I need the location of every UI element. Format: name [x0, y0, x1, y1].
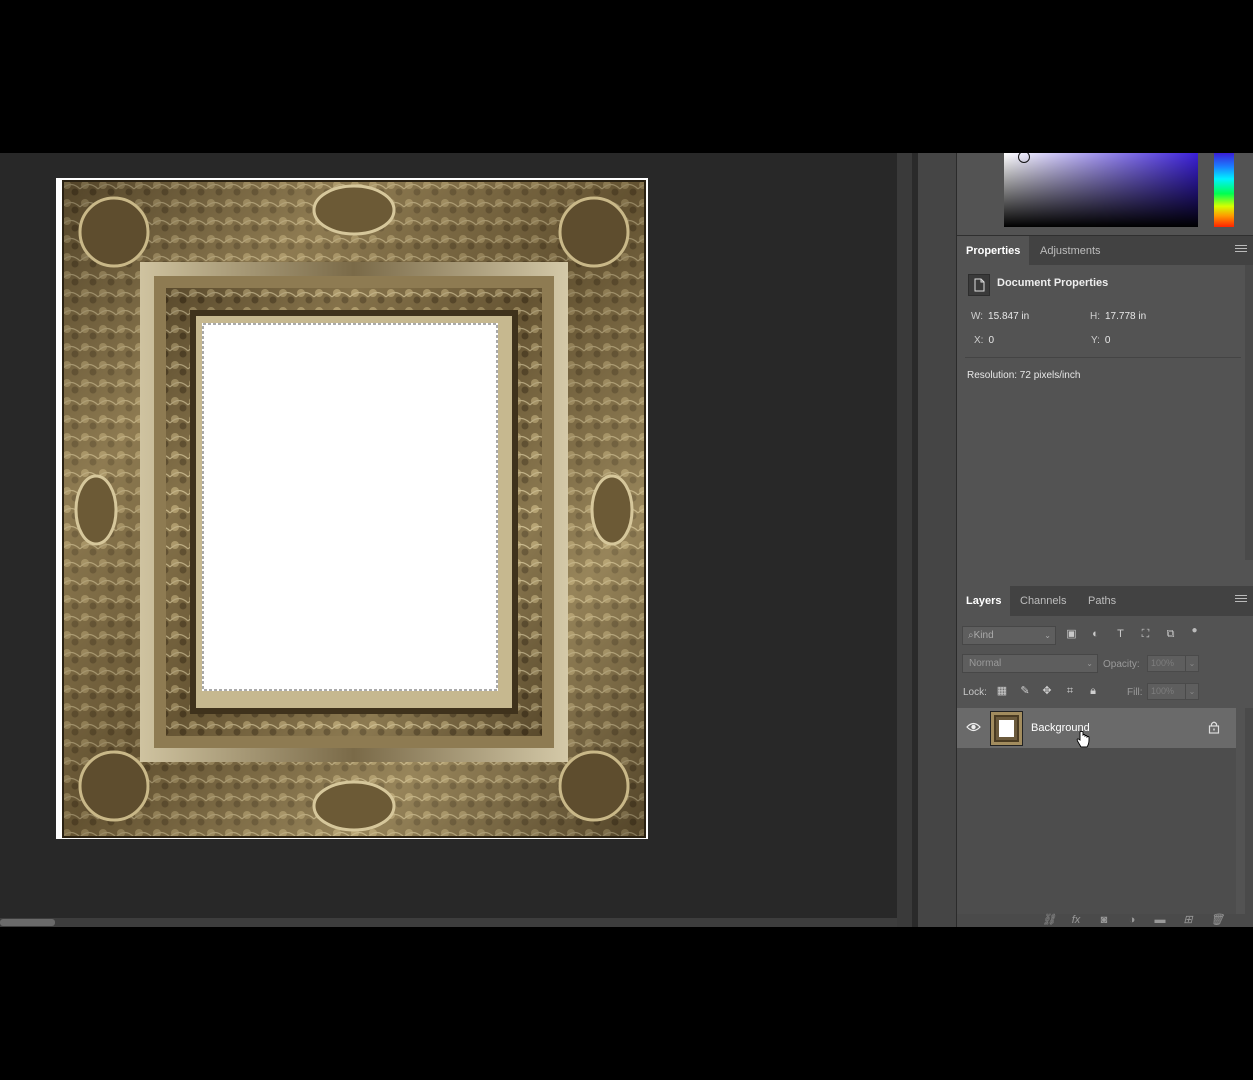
- tab-paths[interactable]: Paths: [1079, 586, 1125, 616]
- lock-all-icon[interactable]: 🔒︎: [1087, 685, 1099, 697]
- lock-icon[interactable]: [1208, 720, 1220, 734]
- chevron-down-icon: ⌄: [1086, 659, 1093, 668]
- trash-icon[interactable]: 🗑︎: [1210, 914, 1224, 927]
- filter-kind-value: Kind: [973, 630, 994, 641]
- color-field[interactable]: [1004, 153, 1198, 227]
- resolution-text: Resolution: 72 pixels/inch: [967, 370, 1081, 381]
- type-filter-icon[interactable]: T: [1114, 628, 1127, 641]
- properties-title: Document Properties: [997, 277, 1109, 289]
- photoshop-window: Properties Adjustments Document Properti…: [0, 153, 1253, 927]
- new-layer-icon[interactable]: ⊞: [1182, 914, 1194, 927]
- right-panel-column: Properties Adjustments Document Properti…: [957, 153, 1253, 927]
- document-icon: [968, 274, 990, 296]
- properties-scrollbar[interactable]: [1245, 265, 1253, 560]
- filter-toggle-icon[interactable]: ●: [1188, 624, 1201, 637]
- hand-cursor-icon: [1076, 731, 1090, 748]
- properties-tabbar: Properties Adjustments: [957, 236, 1253, 267]
- lock-label: Lock:: [963, 687, 987, 698]
- eye-icon[interactable]: [966, 721, 981, 733]
- scrollbar-thumb[interactable]: [0, 919, 55, 926]
- fill-input[interactable]: 100%: [1147, 683, 1186, 700]
- panel-menu-icon[interactable]: [1235, 245, 1247, 256]
- hue-slider[interactable]: [1214, 153, 1234, 227]
- width-value[interactable]: 15.847 in: [988, 311, 1029, 322]
- canvas-workspace[interactable]: [0, 153, 897, 918]
- x-property[interactable]: X: 0: [974, 335, 994, 346]
- layers-tabbar: Layers Channels Paths: [957, 586, 1253, 617]
- layer-filter-select[interactable]: ⌕Kind ⌄: [962, 626, 1056, 645]
- layers-scrollbar[interactable]: [1245, 708, 1253, 914]
- layer-row-background[interactable]: Background: [957, 708, 1236, 748]
- layers-panel: ⌕Kind ⌄ ▣ ◐ T ⛶ ⧉ ● Normal ⌄ Opacity: 10…: [957, 616, 1253, 927]
- fill-dropdown-icon[interactable]: ⌄: [1185, 683, 1199, 700]
- shape-filter-icon[interactable]: ⛶: [1139, 628, 1152, 641]
- opacity-label: Opacity:: [1103, 659, 1140, 670]
- color-picker-panel: [957, 153, 1253, 236]
- properties-divider: [965, 357, 1241, 358]
- height-label: H:: [1090, 311, 1100, 322]
- y-value[interactable]: 0: [1105, 335, 1111, 346]
- chevron-down-icon: ⌄: [1044, 631, 1051, 640]
- tab-channels[interactable]: Channels: [1011, 586, 1075, 616]
- x-value[interactable]: 0: [988, 335, 994, 346]
- folder-icon[interactable]: ▬: [1154, 914, 1166, 927]
- properties-panel: Document Properties W: 15.847 in H: 17.778…: [957, 265, 1253, 583]
- lock-position-icon[interactable]: ✥: [1041, 685, 1053, 697]
- mask-icon[interactable]: ◙: [1098, 914, 1110, 927]
- horizontal-scrollbar[interactable]: [0, 918, 912, 927]
- color-picker-cursor[interactable]: [1018, 153, 1030, 163]
- lock-artboard-icon[interactable]: ⌗: [1064, 685, 1076, 697]
- y-property[interactable]: Y: 0: [1091, 335, 1110, 346]
- layers-footer-toolbar: ⛓ fx ◙ ◑ ▬ ⊞ 🗑︎: [957, 914, 1253, 927]
- height-property[interactable]: H: 17.778 in: [1090, 311, 1146, 322]
- link-icon[interactable]: ⛓: [1042, 914, 1056, 927]
- blend-mode-select[interactable]: Normal ⌄: [962, 654, 1098, 673]
- height-value[interactable]: 17.778 in: [1105, 311, 1146, 322]
- adjustment-filter-icon[interactable]: ◐: [1089, 628, 1102, 641]
- fill-label: Fill:: [1127, 687, 1143, 698]
- tab-adjustments[interactable]: Adjustments: [1031, 236, 1110, 266]
- vertical-scrollbar[interactable]: [897, 153, 912, 927]
- opacity-dropdown-icon[interactable]: ⌄: [1185, 655, 1199, 672]
- tab-layers[interactable]: Layers: [957, 586, 1011, 616]
- smart-object-filter-icon[interactable]: ⧉: [1164, 628, 1177, 641]
- collapsed-panel-dock[interactable]: [918, 153, 957, 927]
- y-label: Y:: [1091, 335, 1100, 346]
- opacity-input[interactable]: 100%: [1147, 655, 1186, 672]
- width-property[interactable]: W: 15.847 in: [971, 311, 1029, 322]
- fx-icon[interactable]: fx: [1070, 914, 1082, 927]
- width-label: W:: [971, 311, 984, 322]
- image-filter-icon[interactable]: ▣: [1065, 628, 1078, 641]
- lock-transparent-icon[interactable]: ▦: [996, 685, 1008, 697]
- x-label: X:: [974, 335, 984, 346]
- blend-mode-value: Normal: [969, 658, 1002, 669]
- adjustment-layer-icon[interactable]: ◑: [1126, 914, 1138, 927]
- layers-list-empty-area[interactable]: [957, 748, 1236, 914]
- panel-menu-icon[interactable]: [1235, 595, 1247, 606]
- lock-pixels-icon[interactable]: ✎: [1019, 685, 1031, 697]
- tab-properties[interactable]: Properties: [957, 236, 1030, 266]
- layer-thumbnail[interactable]: [990, 711, 1023, 746]
- picture-frame-image: [62, 180, 646, 838]
